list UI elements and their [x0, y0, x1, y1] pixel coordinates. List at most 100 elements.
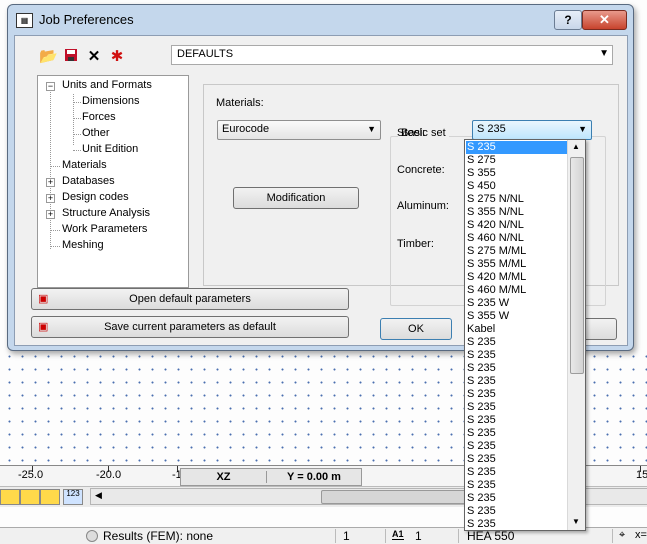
close-button[interactable]: ✕: [582, 10, 627, 30]
steel-option[interactable]: S 275 N/NL: [466, 193, 567, 206]
steel-option[interactable]: S 235: [466, 401, 567, 414]
tree-item-structure-analysis[interactable]: Structure Analysis: [62, 207, 150, 219]
open-folder-icon[interactable]: 📂: [39, 48, 58, 66]
app-icon: ▦: [16, 13, 33, 28]
x-coordinate-label: x=: [635, 529, 647, 541]
steel-option[interactable]: S 420 M/ML: [466, 271, 567, 284]
steel-option[interactable]: S 235: [466, 388, 567, 401]
steel-option[interactable]: S 235: [466, 362, 567, 375]
expand-icon[interactable]: +: [46, 194, 55, 203]
tree-item-work-parameters[interactable]: Work Parameters: [62, 223, 147, 235]
timber-label: Timber:: [397, 238, 434, 250]
concrete-label: Concrete:: [397, 164, 445, 176]
save-icon[interactable]: [62, 48, 80, 66]
tree-item-forces[interactable]: Forces: [82, 111, 116, 123]
steel-option[interactable]: S 235: [466, 336, 567, 349]
save-default-parameters-button[interactable]: ▣ Save current parameters as default: [31, 316, 349, 338]
steel-option[interactable]: S 235: [466, 414, 567, 427]
materials-value: Eurocode: [222, 123, 270, 135]
steel-dropdown-list[interactable]: S 235 S 275 S 355 S 450 S 275 N/NL S 355 N/NL…: [464, 139, 586, 531]
scroll-up-icon[interactable]: ▲: [572, 142, 580, 151]
steel-option[interactable]: S 275: [466, 154, 567, 167]
steel-label: Steel:: [397, 127, 426, 139]
ruler-label: -20.0: [96, 469, 122, 481]
title-bar[interactable]: ▦ Job Preferences ? ✕: [8, 5, 633, 31]
steel-option[interactable]: S 355 W: [466, 310, 567, 323]
view-indicator: XZ Y = 0.00 m: [180, 468, 362, 486]
steel-option[interactable]: S 460 M/ML: [466, 284, 567, 297]
steel-option[interactable]: S 355 M/ML: [466, 258, 567, 271]
delete-icon[interactable]: ✕: [85, 48, 103, 66]
preferences-tree: − Units and Formats Dimensions Forces Ot…: [37, 75, 189, 288]
preset-select[interactable]: DEFAULTS ▼: [171, 45, 613, 65]
steel-option[interactable]: S 450: [466, 180, 567, 193]
status-number: 1: [415, 529, 422, 543]
materials-label: Materials:: [216, 97, 264, 109]
numbering-tool-button[interactable]: 123: [63, 489, 83, 505]
steel-option[interactable]: S 355 N/NL: [466, 206, 567, 219]
expand-icon[interactable]: +: [46, 178, 55, 187]
status-number: 1: [343, 529, 350, 543]
modification-button[interactable]: Modification: [233, 187, 359, 209]
steel-option[interactable]: S 235: [466, 141, 567, 154]
open-default-icon: ▣: [38, 293, 49, 305]
collapse-icon[interactable]: −: [46, 82, 55, 91]
tree-item-unit-edition[interactable]: Unit Edition: [82, 143, 138, 155]
tree-item-design-codes[interactable]: Design codes: [62, 191, 129, 203]
save-default-label: Save current parameters as default: [104, 321, 276, 333]
results-status-icon: [86, 530, 98, 542]
steel-option[interactable]: S 235: [466, 375, 567, 388]
materials-select[interactable]: Eurocode ▼: [217, 120, 381, 140]
crosshair-icon: ⌖: [619, 529, 626, 541]
dialog-title: Job Preferences: [39, 12, 134, 27]
view-plane-label: XZ: [181, 471, 267, 483]
tree-item-materials[interactable]: Materials: [62, 159, 107, 171]
tree-item-units-and-formats[interactable]: Units and Formats: [62, 79, 152, 91]
scroll-down-icon[interactable]: ▼: [572, 517, 580, 526]
steel-option[interactable]: Kabel: [466, 323, 567, 336]
view-tool-icon[interactable]: [20, 489, 40, 505]
steel-option[interactable]: S 235: [466, 518, 567, 530]
vertical-scroll-thumb[interactable]: [570, 157, 584, 374]
chevron-down-icon: ▼: [367, 124, 376, 134]
steel-option[interactable]: S 235: [466, 479, 567, 492]
steel-select[interactable]: S 235 ▼: [472, 120, 592, 140]
tree-item-meshing[interactable]: Meshing: [62, 239, 104, 251]
steel-option[interactable]: S 235: [466, 427, 567, 440]
save-default-icon: ▣: [38, 321, 49, 333]
steel-option[interactable]: S 460 N/NL: [466, 232, 567, 245]
open-default-label: Open default parameters: [129, 293, 251, 305]
aluminum-label: Aluminum:: [397, 200, 449, 212]
tree-item-other[interactable]: Other: [82, 127, 110, 139]
steel-option[interactable]: S 275 M/ML: [466, 245, 567, 258]
vertical-scrollbar[interactable]: ▲ ▼: [567, 140, 585, 530]
ok-button[interactable]: OK: [380, 318, 452, 340]
steel-option[interactable]: S 420 N/NL: [466, 219, 567, 232]
results-status: Results (FEM): none: [103, 529, 214, 543]
steel-option[interactable]: S 235: [466, 466, 567, 479]
steel-option[interactable]: S 235: [466, 505, 567, 518]
expand-icon[interactable]: +: [46, 210, 55, 219]
steel-option[interactable]: S 235 W: [466, 297, 567, 310]
tree-item-databases[interactable]: Databases: [62, 175, 115, 187]
ruler-label: -25.0: [18, 469, 44, 481]
steel-value: S 235: [477, 123, 506, 135]
steel-option[interactable]: S 235: [466, 453, 567, 466]
steel-option[interactable]: S 355: [466, 167, 567, 180]
view-tool-icon[interactable]: [40, 489, 60, 505]
tree-item-dimensions[interactable]: Dimensions: [82, 95, 139, 107]
steel-option[interactable]: S 235: [466, 492, 567, 505]
chevron-down-icon: ▼: [578, 124, 587, 134]
steel-option[interactable]: S 235: [466, 440, 567, 453]
steel-option[interactable]: S 235: [466, 349, 567, 362]
help-button[interactable]: ?: [554, 10, 582, 30]
chevron-down-icon: ▼: [599, 48, 609, 59]
section-status: HEA 550: [467, 529, 515, 543]
coordinate-label: Y = 0.00 m: [287, 471, 341, 483]
reset-icon[interactable]: ✱: [108, 48, 126, 66]
ruler-label: 15: [636, 469, 647, 481]
view-tool-icon[interactable]: [0, 489, 20, 505]
scroll-left-icon[interactable]: ◀: [95, 490, 102, 501]
open-default-parameters-button[interactable]: ▣ Open default parameters: [31, 288, 349, 310]
a1-icon: A1: [392, 529, 404, 540]
